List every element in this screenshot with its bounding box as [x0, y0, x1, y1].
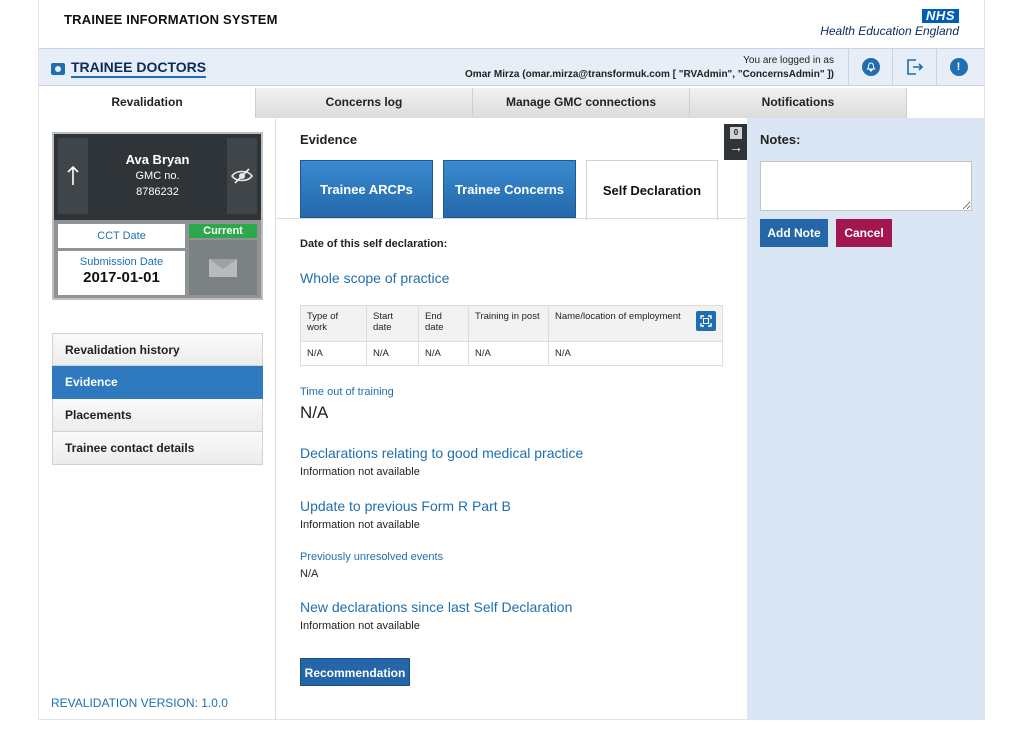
good-practice-value: Information not available — [300, 466, 420, 478]
declaration-date-label: Date of this self declaration: — [300, 238, 448, 250]
subtab-trainee-concerns[interactable]: Trainee Concerns — [443, 160, 576, 218]
logout-button[interactable] — [892, 49, 936, 85]
time-out-value: N/A — [300, 403, 329, 422]
scope-heading: Whole scope of practice — [300, 270, 450, 286]
top-bar: TRAINEE DOCTORS You are logged in as Oma… — [39, 48, 984, 86]
side-menu: Revalidation history Evidence Placements… — [52, 333, 263, 465]
add-note-button[interactable]: Add Note — [760, 219, 828, 247]
submission-date-box: Submission Date 2017-01-01 — [58, 251, 185, 295]
subtab-trainee-arcps[interactable]: Trainee ARCPs — [300, 160, 433, 218]
table-row: N/A N/A N/A N/A N/A — [300, 341, 723, 366]
notes-panel: Notes: Add Note Cancel — [747, 118, 984, 720]
form-r-heading: Update to previous Form R Part B — [300, 498, 511, 514]
table-cell: N/A — [468, 341, 549, 366]
menu-item-trainee-contact-details[interactable]: Trainee contact details — [52, 432, 263, 465]
time-out-label: Time out of training — [300, 386, 394, 398]
nhs-logo: NHS — [922, 9, 959, 23]
tab-notifications[interactable]: Notifications — [690, 88, 907, 118]
trainee-card: Ava Bryan GMC no. 8786232 CCT Date Submi… — [52, 132, 263, 300]
message-button[interactable] — [189, 240, 257, 295]
menu-item-revalidation-history[interactable]: Revalidation history — [52, 333, 263, 366]
tab-revalidation[interactable]: Revalidation — [39, 88, 256, 118]
table-header: Type of work — [300, 305, 367, 342]
card-details: CCT Date Submission Date 2017-01-01 Curr… — [54, 220, 261, 298]
cct-date: CCT Date — [58, 224, 185, 248]
new-declarations-heading: New declarations since last Self Declara… — [300, 599, 573, 615]
notes-input[interactable] — [760, 161, 972, 211]
left-panel: Ava Bryan GMC no. 8786232 CCT Date Submi… — [39, 118, 276, 720]
logout-icon — [906, 59, 923, 75]
unresolved-value: N/A — [300, 568, 319, 580]
system-title: TRAINEE INFORMATION SYSTEM — [64, 12, 278, 27]
form-r-value: Information not available — [300, 519, 420, 531]
table-header: Name/location of employment — [548, 305, 723, 342]
divider — [277, 218, 746, 219]
new-declarations-value: Information not available — [300, 620, 420, 632]
evidence-title: Evidence — [300, 132, 358, 147]
submission-label: Submission Date — [79, 256, 164, 268]
table-cell: N/A — [548, 341, 723, 366]
subtab-self-declaration[interactable]: Self Declaration — [586, 160, 718, 220]
cancel-button[interactable]: Cancel — [836, 219, 892, 247]
table-header: Start date — [366, 305, 419, 342]
table-cell: N/A — [366, 341, 419, 366]
table-header: End date — [418, 305, 469, 342]
tab-manage-gmc-connections[interactable]: Manage GMC connections — [473, 88, 690, 118]
table-header-text: Name/location of employment — [555, 311, 681, 322]
expand-icon[interactable] — [696, 311, 716, 331]
brand[interactable]: TRAINEE DOCTORS — [51, 59, 207, 78]
notes-toggle[interactable]: 0 → — [724, 124, 748, 160]
brand-label: TRAINEE DOCTORS — [71, 59, 207, 78]
camera-bag-icon — [51, 62, 65, 75]
status-badge: Current — [189, 224, 257, 238]
evidence-panel: Evidence 0 → Trainee ARCPs Trainee Conce… — [277, 118, 748, 720]
notifications-button[interactable] — [848, 49, 892, 85]
tab-concerns-log[interactable]: Concerns log — [256, 88, 473, 118]
evidence-subtabs: Trainee ARCPs Trainee Concerns Self Decl… — [300, 160, 718, 220]
submission-date: 2017-01-01 — [83, 269, 160, 286]
notes-count: 0 — [730, 127, 742, 139]
menu-item-evidence[interactable]: Evidence — [52, 366, 263, 399]
alert-icon: ! — [949, 58, 968, 76]
scope-table: Type of work Start date End date Trainin… — [300, 305, 723, 366]
arrow-right-icon: → — [729, 139, 743, 155]
table-header: Training in post — [468, 305, 549, 342]
main-tabs: Revalidation Concerns log Manage GMC con… — [39, 88, 907, 118]
good-practice-heading: Declarations relating to good medical pr… — [300, 445, 584, 461]
org-name: Health Education England — [820, 24, 959, 38]
hide-button[interactable] — [227, 138, 257, 214]
unresolved-label: Previously unresolved events — [300, 551, 444, 563]
help-button[interactable]: ! — [936, 49, 980, 85]
notes-title: Notes: — [760, 132, 801, 147]
bell-icon — [861, 58, 880, 76]
login-prefix: You are logged in as — [743, 55, 834, 66]
version-label: REVALIDATION VERSION: 1.0.0 — [51, 696, 228, 710]
envelope-icon — [209, 258, 237, 277]
table-cell: N/A — [300, 341, 367, 366]
eye-slash-icon — [231, 168, 253, 184]
login-user: Omar Mirza (omar.mirza@transformuk.com [… — [465, 69, 834, 80]
menu-item-placements[interactable]: Placements — [52, 399, 263, 432]
recommendation-button[interactable]: Recommendation — [300, 658, 410, 686]
table-cell: N/A — [418, 341, 469, 366]
